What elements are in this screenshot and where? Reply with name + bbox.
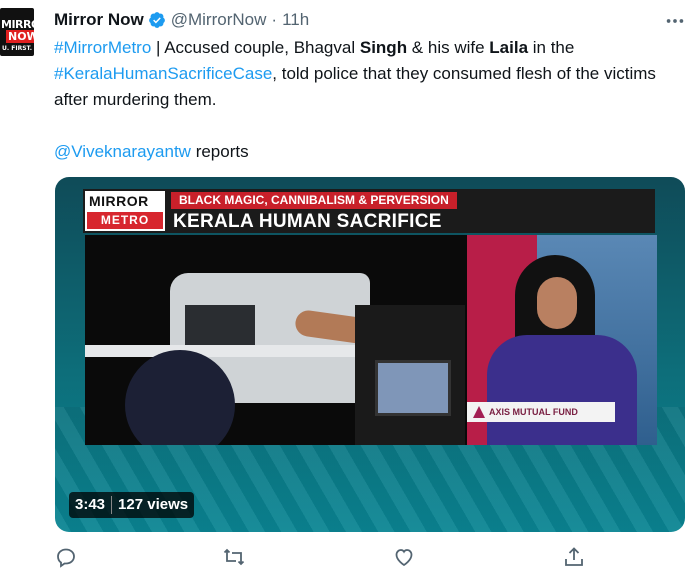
sponsor-label: AXIS MUTUAL FUND — [489, 407, 578, 417]
account-handle[interactable]: @MirrorNow — [171, 10, 267, 30]
banner-headline: KERALA HUMAN SACRIFICE — [173, 211, 442, 232]
account-name[interactable]: Mirror Now — [54, 10, 144, 30]
news-banner: MIRROR METRO BLACK MAGIC, CANNIBALISM & … — [83, 189, 655, 233]
video-footage-scene — [85, 235, 467, 445]
tweet-header: Mirror Now @MirrorNow · 11h — [54, 9, 309, 31]
sponsor-strip: AXIS MUTUAL FUND — [467, 402, 615, 422]
more-icon[interactable] — [664, 10, 686, 32]
tweet-actions — [54, 545, 594, 575]
anchor-face — [537, 277, 577, 329]
avatar-text-mid: NOW — [6, 30, 34, 43]
tweet-bold-singh: Singh — [359, 38, 408, 57]
tweet-text-part: reports — [190, 142, 249, 161]
retweet-icon[interactable] — [222, 545, 246, 569]
axis-logo-icon — [473, 406, 485, 418]
tweet-text: #MirrorMetro | Accused couple, Bhagval S… — [54, 35, 684, 165]
mirror-metro-logo: MIRROR METRO — [85, 191, 165, 231]
camera-screen — [375, 360, 451, 416]
anchor-body — [487, 335, 637, 445]
mention-link[interactable]: @Viveknarayantw — [54, 142, 191, 161]
avatar-text-bottom: U. FIRST. — [2, 45, 32, 52]
share-icon[interactable] — [562, 545, 586, 569]
tweet-bold-laila: Laila — [489, 38, 529, 57]
reply-icon[interactable] — [54, 545, 78, 569]
hashtag-mirror-metro[interactable]: #MirrorMetro — [54, 38, 151, 57]
hashtag-kerala-case[interactable]: #KeralaHumanSacrificeCase — [54, 64, 272, 83]
verified-badge-icon — [148, 12, 165, 28]
van-stripe — [85, 345, 385, 357]
video-player[interactable]: MIRROR METRO BLACK MAGIC, CANNIBALISM & … — [55, 177, 685, 532]
logo-top-text: MIRROR — [89, 193, 149, 209]
tweet-text-part: in the — [528, 38, 575, 57]
video-duration: 3:43 — [75, 496, 106, 513]
banner-tag: BLACK MAGIC, CANNIBALISM & PERVERSION — [171, 192, 457, 209]
van-window — [185, 305, 255, 345]
logo-bottom-text: METRO — [87, 212, 163, 229]
tweet-text-part: | Accused couple, Bhagval — [151, 38, 360, 57]
avatar[interactable]: MIRROR NOW U. FIRST. — [0, 8, 34, 56]
video-views: 127 views — [118, 496, 189, 513]
tweet-time[interactable]: 11h — [282, 10, 309, 30]
separator-dot: · — [271, 10, 278, 29]
tweet-text-part: & his wife — [407, 38, 490, 57]
like-icon[interactable] — [392, 545, 416, 569]
video-stats-badge: 3:43 127 views — [69, 492, 195, 518]
